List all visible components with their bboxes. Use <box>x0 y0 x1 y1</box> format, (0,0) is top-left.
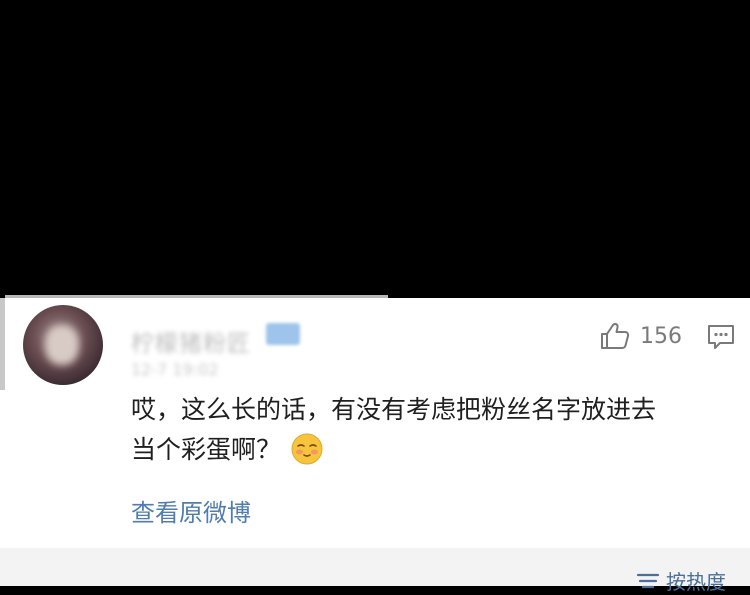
view-original-weibo-link[interactable]: 查看原微博 <box>131 493 251 528</box>
thumbs-up-icon <box>601 322 630 349</box>
comment-bubble-icon <box>708 325 734 349</box>
username[interactable]: 柠檬猪粉匠 <box>131 324 251 358</box>
sort-lines-icon <box>636 573 660 588</box>
comment-line-2: 当个彩蛋啊？ <box>131 430 731 470</box>
comment-line-1: 哎，这么长的话，有没有考虑把粉丝名字放进去 <box>131 395 657 424</box>
comment-line-2-text: 当个彩蛋啊？ <box>131 435 282 464</box>
user-badge <box>266 323 300 345</box>
like-count: 156 <box>640 323 682 349</box>
comment-body: 哎，这么长的话，有没有考虑把粉丝名字放进去 当个彩蛋啊？ <box>131 390 731 470</box>
comment-timestamp: 12-7 19:02 <box>131 360 219 379</box>
card-left-edge <box>0 298 5 390</box>
comment-button[interactable] <box>707 324 735 354</box>
like-button[interactable]: 156 <box>600 322 682 350</box>
sort-by-hotness-button[interactable]: 按热度 <box>636 566 726 595</box>
sort-label: 按热度 <box>666 570 726 594</box>
avatar-face <box>45 325 79 365</box>
black-region <box>0 0 750 300</box>
shy-face-emoji-icon <box>291 433 323 465</box>
avatar[interactable] <box>23 305 103 385</box>
